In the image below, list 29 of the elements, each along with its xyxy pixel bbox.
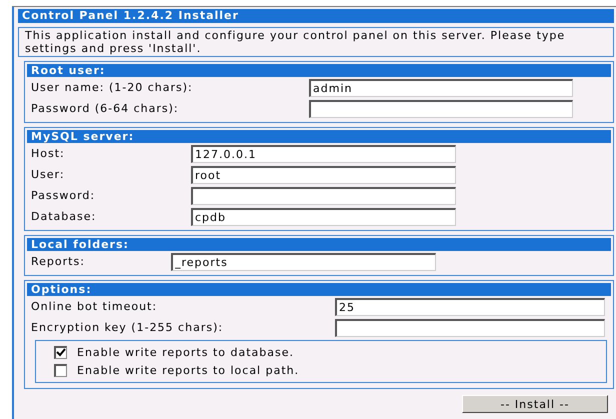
description-text: This application install and configure your control panel on this server. Please type settings and press 'Install'.: [18, 27, 614, 57]
input-field[interactable]: 127.0.0.1: [191, 144, 456, 162]
field-label: User name: (1-20 chars):: [31, 81, 194, 94]
field-label: Encryption key (1-255 chars):: [31, 321, 224, 334]
field-label: Host:: [31, 147, 66, 160]
input-field[interactable]: _reports: [171, 252, 436, 270]
input-field[interactable]: [335, 318, 605, 336]
install-button[interactable]: -- Install --: [462, 395, 608, 413]
window-title: Control Panel 1.2.4.2 Installer: [18, 9, 614, 23]
section-title: Local folders:: [27, 238, 611, 251]
field-label: Reports:: [31, 255, 86, 268]
field-label: Password (6-64 chars):: [31, 102, 180, 115]
checkbox[interactable]: [54, 364, 67, 376]
input-field[interactable]: admin: [309, 78, 573, 96]
checkbox-label: Enable write reports to local path.: [77, 364, 300, 376]
section-title: Root user:: [27, 64, 611, 77]
input-field[interactable]: [191, 186, 456, 204]
checkbox-label: Enable write reports to database.: [77, 346, 294, 358]
input-field[interactable]: cpdb: [191, 208, 456, 226]
field-label: User:: [31, 168, 66, 181]
field-label: Password:: [31, 189, 96, 202]
field-label: Online bot timeout:: [31, 300, 158, 313]
field-label: Database:: [31, 210, 98, 223]
input-field[interactable]: [309, 100, 573, 118]
input-field[interactable]: root: [191, 166, 456, 184]
input-field[interactable]: 25: [335, 298, 605, 316]
checkbox[interactable]: [54, 346, 67, 358]
section-title: MySQL server:: [27, 130, 611, 143]
section-title: Options:: [27, 283, 611, 296]
